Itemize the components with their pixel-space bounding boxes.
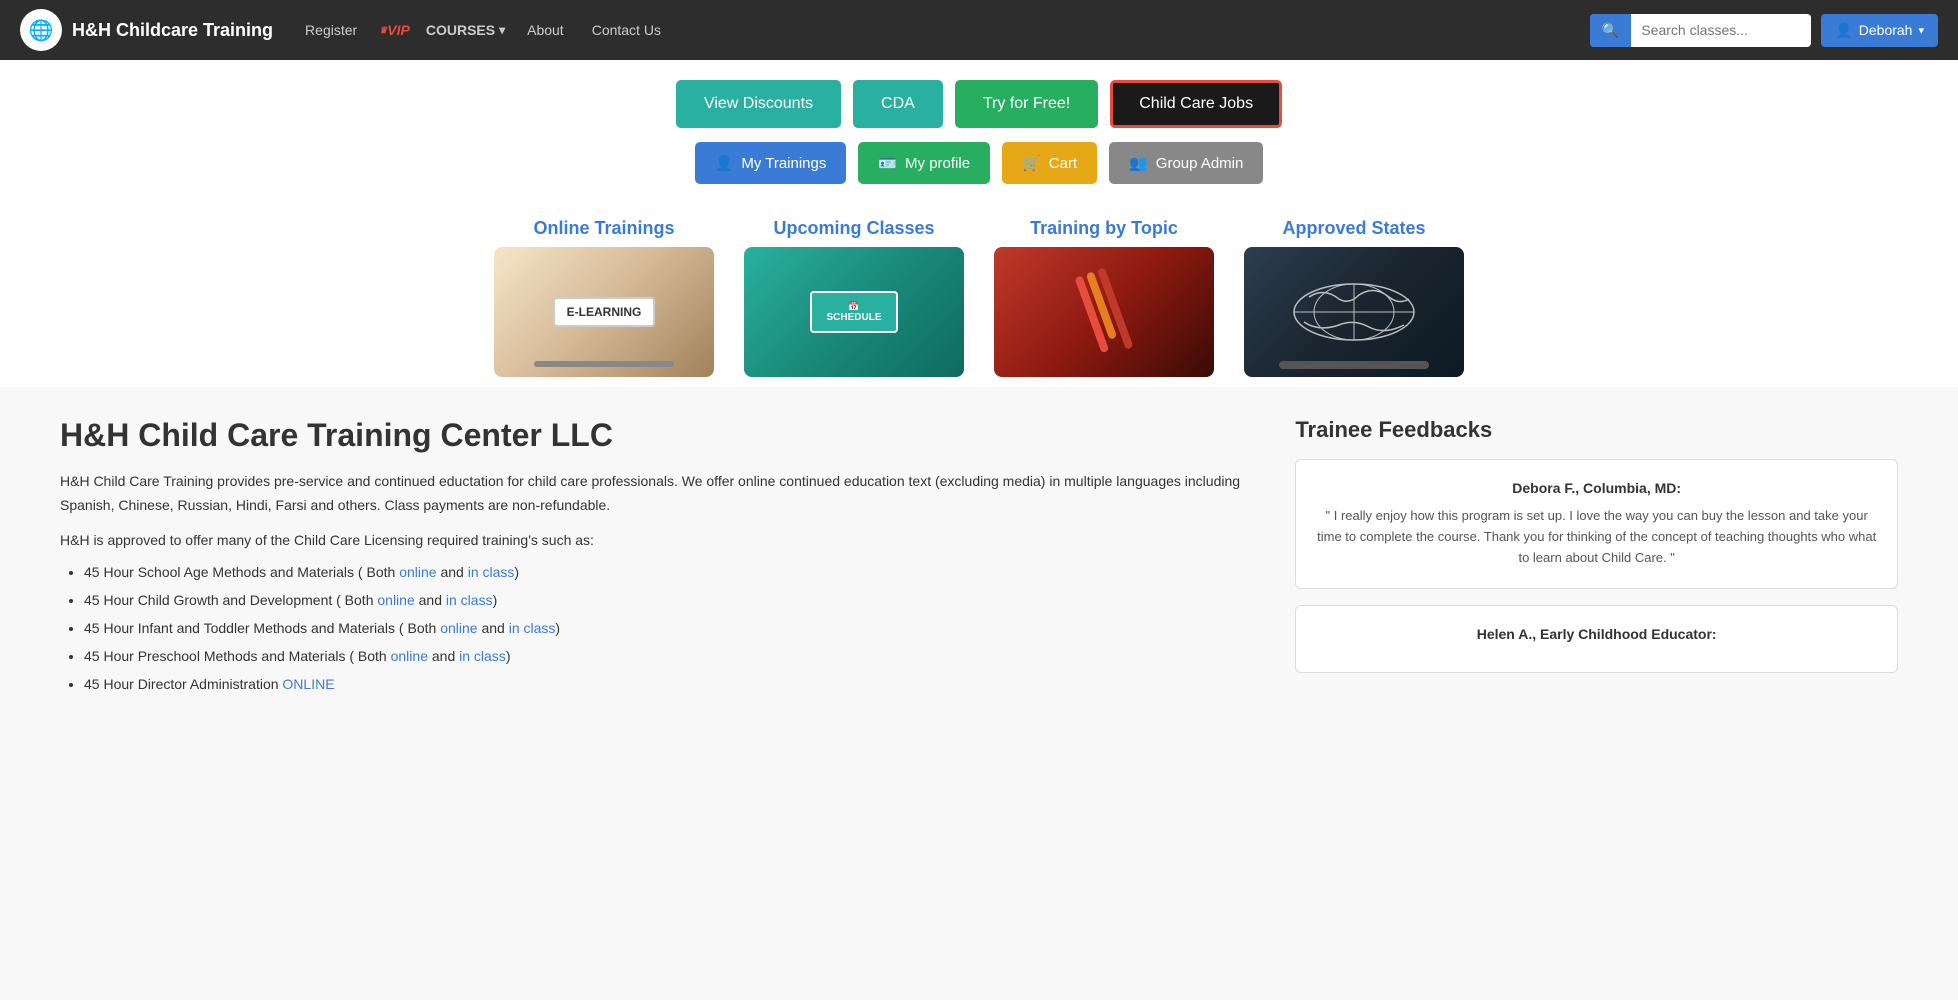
hero-btn-row-2: 👤 My Trainings 🪪 My profile 🛒 Cart 👥 Gro…	[695, 142, 1264, 184]
inclass-link-3[interactable]: in class	[509, 620, 556, 636]
inclass-link-1[interactable]: in class	[468, 564, 515, 580]
vip-badge: ♛VIP	[379, 22, 410, 38]
search-input[interactable]	[1631, 15, 1811, 45]
category-topic-image	[994, 247, 1214, 377]
online-link-3[interactable]: online	[440, 620, 477, 636]
my-trainings-button[interactable]: 👤 My Trainings	[695, 142, 847, 184]
category-online-image: E-LEARNING	[494, 247, 714, 377]
brand-logo[interactable]: 🌐 H&H Childcare Training	[20, 9, 273, 51]
hero-section: View Discounts CDA Try for Free! Child C…	[0, 60, 1958, 194]
categories-section: Online Trainings E-LEARNING Upcoming Cla…	[0, 194, 1958, 387]
list-item: 45 Hour Child Growth and Development ( B…	[84, 586, 1265, 614]
cda-button[interactable]: CDA	[853, 80, 943, 128]
user-icon: 👤	[1835, 22, 1852, 39]
category-online-trainings[interactable]: Online Trainings E-LEARNING	[494, 218, 714, 377]
main-right: Trainee Feedbacks Debora F., Columbia, M…	[1295, 417, 1898, 698]
course-list: 45 Hour School Age Methods and Materials…	[60, 558, 1265, 698]
feedback-card-2: Helen A., Early Childhood Educator:	[1295, 605, 1898, 673]
category-online-title[interactable]: Online Trainings	[533, 218, 674, 239]
online-link-2[interactable]: online	[377, 592, 414, 608]
main-content: H&H Child Care Training Center LLC H&H C…	[0, 387, 1958, 728]
user-menu-button[interactable]: 👤 Deborah	[1821, 14, 1938, 47]
main-left: H&H Child Care Training Center LLC H&H C…	[60, 417, 1265, 698]
try-for-free-button[interactable]: Try for Free!	[955, 80, 1098, 128]
search-box: 🔍	[1590, 14, 1811, 47]
my-profile-icon: 🪪	[878, 154, 897, 172]
category-upcoming-classes[interactable]: Upcoming Classes 📅 SCHEDULE	[744, 218, 964, 377]
inclass-link-4[interactable]: in class	[459, 648, 506, 664]
hero-btn-row-1: View Discounts CDA Try for Free! Child C…	[676, 80, 1282, 128]
my-profile-button[interactable]: 🪪 My profile	[858, 142, 990, 184]
group-admin-button[interactable]: 👥 Group Admin	[1109, 142, 1263, 184]
category-states-title[interactable]: Approved States	[1282, 218, 1425, 239]
inclass-link-2[interactable]: in class	[446, 592, 493, 608]
list-item: 45 Hour Director Administration ONLINE	[84, 670, 1265, 698]
cart-button[interactable]: 🛒 Cart	[1002, 142, 1097, 184]
category-training-by-topic[interactable]: Training by Topic	[994, 218, 1214, 377]
category-approved-states[interactable]: Approved States	[1244, 218, 1464, 377]
category-upcoming-title[interactable]: Upcoming Classes	[773, 218, 934, 239]
nav-register[interactable]: Register	[299, 18, 363, 42]
vip-crown: ♛	[379, 25, 387, 35]
feedback-author-1: Debora F., Columbia, MD:	[1316, 480, 1877, 496]
online-link-5[interactable]: ONLINE	[282, 676, 334, 692]
online-link-1[interactable]: online	[399, 564, 436, 580]
feedback-card-1: Debora F., Columbia, MD: " I really enjo…	[1295, 459, 1898, 589]
main-title: H&H Child Care Training Center LLC	[60, 417, 1265, 454]
feedback-text-1: " I really enjoy how this program is set…	[1316, 506, 1877, 568]
cart-icon: 🛒	[1022, 154, 1041, 172]
user-name: Deborah	[1859, 22, 1913, 38]
navbar-right: 🔍 👤 Deborah	[1590, 14, 1938, 47]
category-states-image	[1244, 247, 1464, 377]
nav-contact[interactable]: Contact Us	[586, 18, 667, 42]
list-item: 45 Hour School Age Methods and Materials…	[84, 558, 1265, 586]
category-topic-title[interactable]: Training by Topic	[1030, 218, 1178, 239]
nav-about[interactable]: About	[521, 18, 570, 42]
list-item: 45 Hour Infant and Toddler Methods and M…	[84, 614, 1265, 642]
brand-name: H&H Childcare Training	[72, 20, 273, 41]
category-upcoming-image: 📅 SCHEDULE	[744, 247, 964, 377]
feedback-title: Trainee Feedbacks	[1295, 417, 1898, 443]
approved-label: H&H is approved to offer many of the Chi…	[60, 532, 1265, 548]
online-link-4[interactable]: online	[391, 648, 428, 664]
list-item: 45 Hour Preschool Methods and Materials …	[84, 642, 1265, 670]
main-desc-1: H&H Child Care Training provides pre-ser…	[60, 470, 1265, 518]
view-discounts-button[interactable]: View Discounts	[676, 80, 841, 128]
child-care-jobs-button[interactable]: Child Care Jobs	[1110, 80, 1282, 128]
navbar: 🌐 H&H Childcare Training Register ♛VIP C…	[0, 0, 1958, 60]
logo-icon: 🌐	[20, 9, 62, 51]
nav-courses[interactable]: COURSES	[426, 22, 505, 38]
my-trainings-icon: 👤	[715, 154, 734, 172]
group-admin-icon: 👥	[1129, 154, 1148, 172]
feedback-author-2: Helen A., Early Childhood Educator:	[1316, 626, 1877, 642]
search-button[interactable]: 🔍	[1590, 14, 1631, 47]
